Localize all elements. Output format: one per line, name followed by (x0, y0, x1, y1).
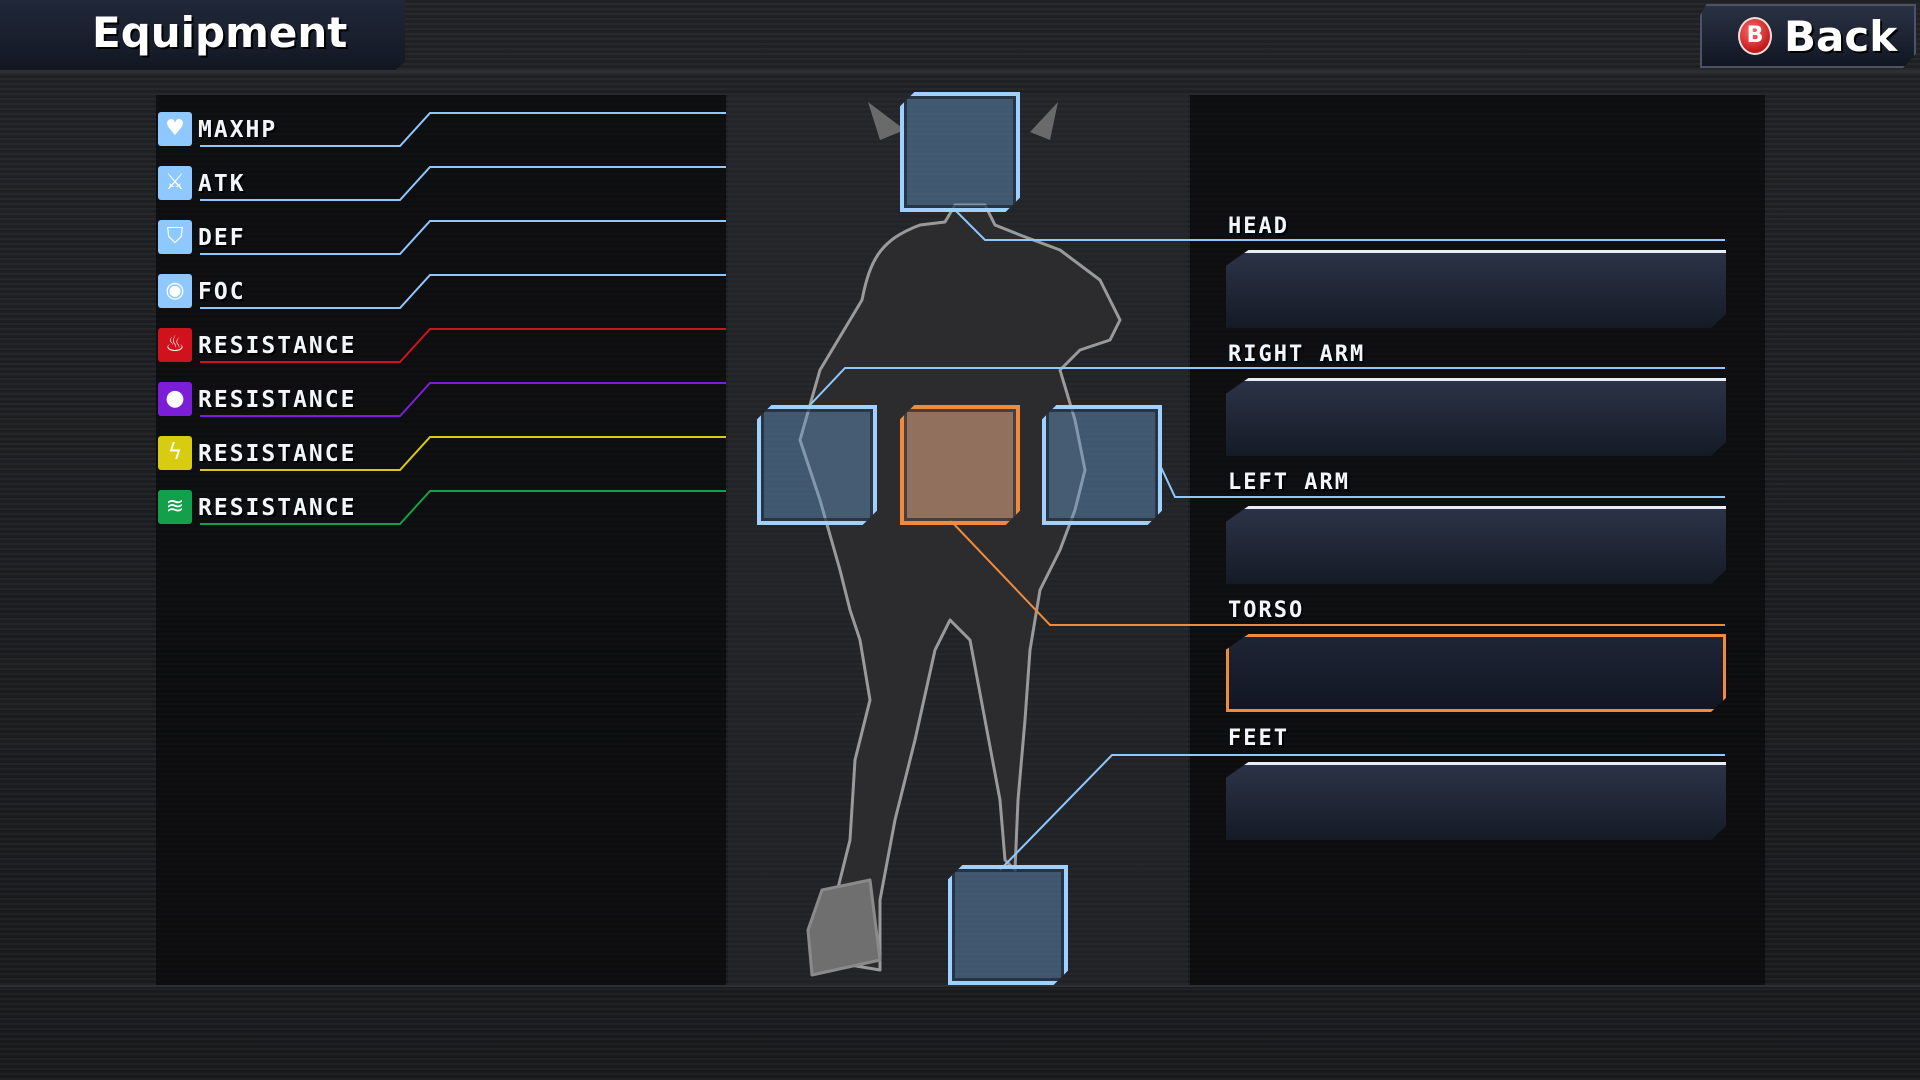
head-slot[interactable] (900, 92, 1020, 212)
slot-label-feet: FEET (1228, 726, 1289, 751)
head-connector (954, 209, 1725, 241)
feet-equipment-bar[interactable] (1226, 762, 1726, 840)
left-arm-equipment-bar[interactable] (1226, 506, 1726, 584)
slot-label-head: HEAD (1228, 214, 1289, 239)
left-arm-slot[interactable] (1042, 405, 1162, 525)
head-equipment-bar[interactable] (1226, 250, 1726, 328)
right-arm-equipment-bar[interactable] (1226, 378, 1726, 456)
slot-label-left-arm: LEFT ARM (1228, 470, 1350, 495)
slot-label-right-arm: RIGHT ARM (1228, 342, 1366, 367)
torso-slot[interactable] (900, 405, 1020, 525)
torso-equipment-bar[interactable] (1226, 634, 1726, 712)
slot-label-torso: TORSO (1228, 598, 1305, 623)
right-arm-slot[interactable] (757, 405, 877, 525)
feet-slot[interactable] (948, 865, 1068, 985)
